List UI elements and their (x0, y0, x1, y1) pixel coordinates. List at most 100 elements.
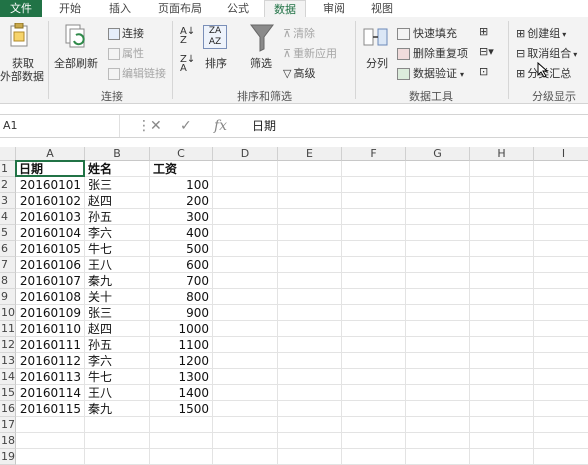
empty-cell[interactable] (278, 337, 342, 353)
name-cell[interactable]: 牛七 (85, 369, 150, 385)
empty-cell[interactable] (534, 257, 588, 273)
empty-cell[interactable] (534, 417, 588, 433)
reapply-button[interactable]: ⊼ 重新应用 (283, 45, 337, 61)
empty-cell[interactable] (470, 257, 534, 273)
empty-cell[interactable] (406, 449, 470, 465)
empty-cell[interactable] (534, 177, 588, 193)
empty-cell[interactable] (150, 417, 213, 433)
empty-cell[interactable] (470, 401, 534, 417)
salary-cell[interactable]: 800 (150, 289, 213, 305)
empty-cell[interactable] (534, 241, 588, 257)
row-header-7[interactable]: 7 (0, 257, 16, 273)
empty-cell[interactable] (85, 433, 150, 449)
empty-cell[interactable] (16, 433, 85, 449)
empty-cell[interactable] (406, 241, 470, 257)
empty-cell[interactable] (342, 193, 406, 209)
empty-cell[interactable] (470, 417, 534, 433)
empty-cell[interactable] (278, 385, 342, 401)
date-cell[interactable]: 20160112 (16, 353, 85, 369)
date-cell[interactable]: 20160103 (16, 209, 85, 225)
name-cell[interactable]: 李六 (85, 225, 150, 241)
empty-cell[interactable] (534, 289, 588, 305)
empty-cell[interactable] (278, 401, 342, 417)
empty-cell[interactable] (534, 321, 588, 337)
date-cell[interactable]: 20160110 (16, 321, 85, 337)
empty-cell[interactable] (470, 385, 534, 401)
tab-file[interactable]: 文件 (0, 0, 42, 17)
empty-cell[interactable] (342, 337, 406, 353)
date-cell[interactable]: 20160105 (16, 241, 85, 257)
row-header-6[interactable]: 6 (0, 241, 16, 257)
empty-cell[interactable] (534, 209, 588, 225)
enter-check-icon[interactable]: ✓ (180, 115, 192, 137)
name-cell[interactable]: 牛七 (85, 241, 150, 257)
sort-ascending-button[interactable]: A↓ Z (180, 27, 195, 46)
row-header-14[interactable]: 14 (0, 369, 16, 385)
tab-insert[interactable]: 插入 (100, 0, 140, 17)
empty-cell[interactable] (470, 353, 534, 369)
empty-cell[interactable] (406, 385, 470, 401)
salary-cell[interactable]: 600 (150, 257, 213, 273)
row-header-17[interactable]: 17 (0, 417, 16, 433)
tab-view[interactable]: 视图 (362, 0, 402, 17)
empty-cell[interactable] (534, 369, 588, 385)
more-options-icon[interactable]: ⋮ (137, 115, 151, 137)
empty-cell[interactable] (150, 449, 213, 465)
empty-cell[interactable] (534, 385, 588, 401)
date-cell[interactable]: 20160107 (16, 273, 85, 289)
empty-cell[interactable] (534, 353, 588, 369)
consolidate-button[interactable]: ⊞ (479, 25, 488, 38)
empty-cell[interactable] (278, 257, 342, 273)
empty-cell[interactable] (213, 401, 278, 417)
empty-cell[interactable] (278, 209, 342, 225)
empty-cell[interactable] (534, 305, 588, 321)
properties-button[interactable]: 属性 (108, 45, 144, 61)
empty-cell[interactable] (342, 433, 406, 449)
empty-cell[interactable] (406, 209, 470, 225)
name-box[interactable]: A1 (0, 115, 120, 137)
empty-cell[interactable] (470, 241, 534, 257)
empty-cell[interactable] (342, 177, 406, 193)
name-cell[interactable]: 张三 (85, 177, 150, 193)
empty-cell[interactable] (213, 161, 278, 177)
empty-cell[interactable] (534, 273, 588, 289)
empty-cell[interactable] (406, 161, 470, 177)
empty-cell[interactable] (278, 305, 342, 321)
empty-cell[interactable] (278, 353, 342, 369)
empty-cell[interactable] (342, 401, 406, 417)
empty-cell[interactable] (470, 289, 534, 305)
row-header-10[interactable]: 10 (0, 305, 16, 321)
name-cell[interactable]: 秦九 (85, 273, 150, 289)
empty-cell[interactable] (85, 417, 150, 433)
remove-duplicates-button[interactable]: 删除重复项 (397, 45, 468, 61)
column-header-d[interactable]: D (213, 147, 278, 161)
empty-cell[interactable] (213, 369, 278, 385)
date-cell[interactable]: 20160115 (16, 401, 85, 417)
name-cell[interactable]: 王八 (85, 385, 150, 401)
row-header-13[interactable]: 13 (0, 353, 16, 369)
empty-cell[interactable] (278, 241, 342, 257)
row-header-12[interactable]: 12 (0, 337, 16, 353)
name-cell[interactable]: 秦九 (85, 401, 150, 417)
empty-cell[interactable] (406, 369, 470, 385)
what-if-analysis-button[interactable]: ⊟▾ (479, 45, 494, 58)
relationships-button[interactable]: ⊡ (479, 65, 488, 78)
empty-cell[interactable] (213, 241, 278, 257)
tab-data[interactable]: 数据 (264, 0, 306, 17)
data-validation-button[interactable]: 数据验证 ▾ (397, 65, 464, 81)
empty-cell[interactable] (406, 289, 470, 305)
date-cell[interactable]: 20160106 (16, 257, 85, 273)
date-cell[interactable]: 20160109 (16, 305, 85, 321)
empty-cell[interactable] (470, 369, 534, 385)
row-header-3[interactable]: 3 (0, 193, 16, 209)
empty-cell[interactable] (213, 305, 278, 321)
row-header-5[interactable]: 5 (0, 225, 16, 241)
empty-cell[interactable] (406, 257, 470, 273)
empty-cell[interactable] (213, 385, 278, 401)
empty-cell[interactable] (278, 161, 342, 177)
empty-cell[interactable] (406, 193, 470, 209)
name-cell[interactable]: 赵四 (85, 193, 150, 209)
clear-button[interactable]: ⊼ 清除 (283, 25, 315, 41)
empty-cell[interactable] (213, 353, 278, 369)
column-header-f[interactable]: F (342, 147, 406, 161)
